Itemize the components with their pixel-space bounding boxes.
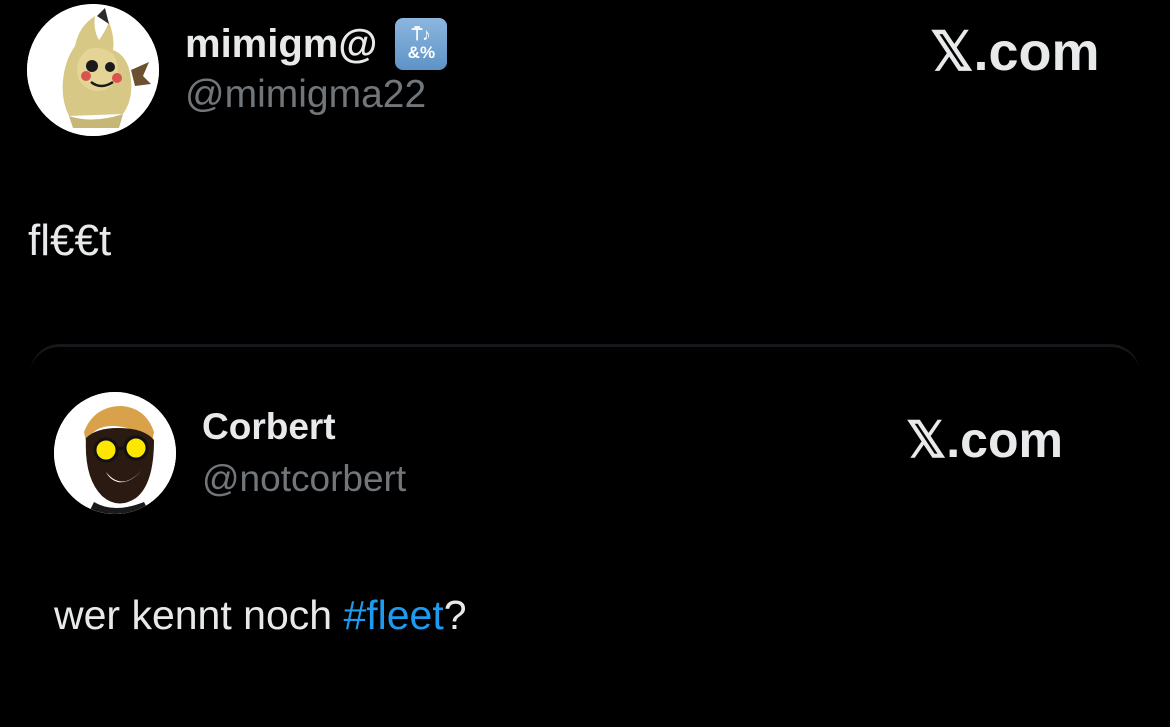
hashtag-link[interactable]: #fleet (343, 592, 443, 638)
quoted-author-handle[interactable]: @notcorbert (202, 457, 406, 501)
quoted-tweet-text: wer kennt noch #fleet? (54, 590, 467, 640)
smiling-man-sunglasses-avatar-icon[interactable] (54, 392, 176, 514)
quoted-text-before: wer kennt noch (54, 592, 344, 638)
input-symbols-emoji-icon: ⍑♪ &% (395, 18, 448, 70)
quoted-tweet-card[interactable] (30, 344, 1140, 727)
mimikyu-avatar-icon[interactable] (27, 4, 159, 136)
corbert-illustration (54, 392, 176, 514)
quoted-x-com-logo: 𝕏.com (906, 412, 1063, 468)
author-handle[interactable]: @mimigma22 (185, 72, 426, 118)
tweet-text: fl€€t (28, 216, 112, 265)
tweet-screenshot: mimigm@ ⍑♪ &% @mimigma22 𝕏.com fl€€t Cor… (0, 0, 1170, 727)
x-com-logo: 𝕏.com (930, 22, 1100, 82)
symbol-badge-top: ⍑♪ (412, 25, 431, 44)
mimikyu-illustration (27, 4, 159, 136)
author-name-text: mimigm@ (185, 22, 378, 66)
quoted-author-display-name[interactable]: Corbert (202, 405, 336, 449)
author-display-name[interactable]: mimigm@ ⍑♪ &% (185, 18, 448, 70)
symbol-badge-bottom: &% (407, 43, 436, 62)
quoted-text-after: ? (443, 592, 467, 638)
